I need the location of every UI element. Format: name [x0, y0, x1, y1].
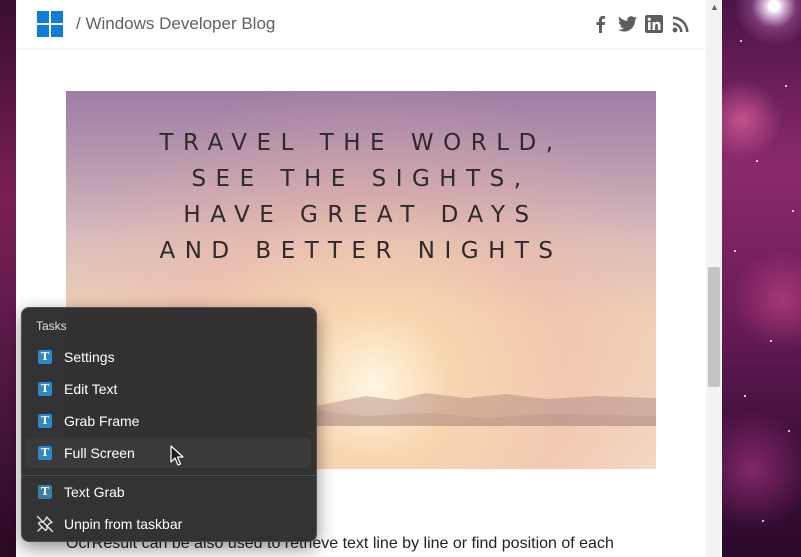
text-grab-icon: T: [38, 414, 52, 428]
site-header: / Windows Developer Blog: [16, 0, 706, 48]
linkedin-icon[interactable]: [644, 13, 664, 35]
desktop-wallpaper-right: [722, 0, 801, 557]
jump-list-item-label: Grab Frame: [64, 413, 140, 429]
jump-list-item-unpin[interactable]: Unpin from taskbar: [22, 509, 316, 539]
twitter-icon[interactable]: [617, 13, 637, 35]
jump-list-divider: [22, 475, 316, 476]
hero-line: HAVE GREAT DAYS: [183, 202, 539, 228]
text-grab-icon: T: [38, 350, 52, 364]
screen: / Windows Developer Blog TRAVEL THE WORL…: [0, 0, 801, 557]
hero-line: SEE THE SIGHTS,: [191, 166, 531, 192]
windows-logo-icon[interactable]: [37, 11, 63, 37]
desktop-wallpaper-left: [0, 0, 16, 557]
jump-list-item-edit-text[interactable]: T Edit Text: [22, 374, 316, 404]
jump-list-item-label: Settings: [64, 349, 115, 365]
mouse-cursor-icon: [170, 445, 184, 466]
jump-list-item-label: Text Grab: [64, 484, 125, 500]
jump-list-item-label: Unpin from taskbar: [64, 516, 183, 532]
taskbar-jump-list: Tasks T Settings T Edit Text T Grab Fram…: [21, 307, 317, 542]
jump-list-item-label: Full Screen: [64, 445, 135, 461]
scrollbar-thumb[interactable]: [708, 267, 720, 387]
scroll-up-arrow-icon[interactable]: ▲: [710, 2, 719, 12]
text-grab-icon: T: [38, 446, 52, 460]
text-grab-icon: T: [38, 485, 52, 499]
jump-list-section-title: Tasks: [36, 319, 67, 333]
text-grab-icon: T: [38, 382, 52, 396]
unpin-icon: [36, 515, 54, 533]
jump-list-item-full-screen[interactable]: T Full Screen: [25, 438, 311, 468]
page-scrollbar[interactable]: ▲: [706, 0, 722, 557]
breadcrumb[interactable]: / Windows Developer Blog: [76, 14, 275, 34]
facebook-icon[interactable]: [590, 13, 610, 35]
rss-icon[interactable]: [671, 13, 691, 35]
hero-line: TRAVEL THE WORLD,: [159, 130, 563, 156]
jump-list-item-grab-frame[interactable]: T Grab Frame: [22, 406, 316, 436]
jump-list-item-settings[interactable]: T Settings: [22, 342, 316, 372]
hero-quote: TRAVEL THE WORLD, SEE THE SIGHTS, HAVE G…: [66, 125, 656, 269]
hero-line: AND BETTER NIGHTS: [159, 238, 563, 264]
jump-list-item-text-grab[interactable]: T Text Grab: [22, 477, 316, 507]
social-links: [590, 12, 691, 36]
jump-list-item-label: Edit Text: [64, 381, 118, 397]
